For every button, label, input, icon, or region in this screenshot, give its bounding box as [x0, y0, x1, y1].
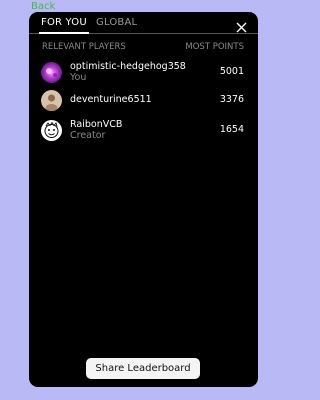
tab-for-you[interactable]: FOR YOU: [39, 17, 89, 34]
leaderboard-panel: FOR YOU GLOBAL RELEVANT PLAYERS MOST POI…: [29, 12, 258, 387]
relevant-players-header: RELEVANT PLAYERS: [42, 42, 126, 52]
purple-galaxy-avatar: [41, 62, 62, 83]
player-row[interactable]: optimistic-hedgehog358 You 5001: [29, 59, 258, 85]
most-points-header: MOST POINTS: [185, 42, 244, 52]
player-name: RaibonVCB: [70, 119, 123, 130]
close-icon[interactable]: [236, 18, 247, 33]
player-row[interactable]: deventurine6511 3376: [29, 87, 258, 113]
player-subtitle: You: [70, 72, 87, 83]
column-headers: RELEVANT PLAYERS MOST POINTS: [29, 42, 258, 54]
beige-person-avatar: [41, 90, 62, 111]
player-points: 1654: [219, 124, 244, 135]
tab-bar: FOR YOU GLOBAL: [29, 12, 258, 34]
player-points: 3376: [219, 94, 244, 105]
tab-global[interactable]: GLOBAL: [96, 17, 137, 28]
player-name: deventurine6511: [70, 94, 152, 105]
player-points: 5001: [219, 66, 244, 77]
player-name: optimistic-hedgehog358: [70, 61, 186, 72]
share-leaderboard-button[interactable]: Share Leaderboard: [86, 358, 200, 379]
player-subtitle: Creator: [70, 130, 106, 141]
player-row[interactable]: RaibonVCB Creator 1654: [29, 117, 258, 143]
cartoon-face-avatar: [41, 120, 62, 141]
